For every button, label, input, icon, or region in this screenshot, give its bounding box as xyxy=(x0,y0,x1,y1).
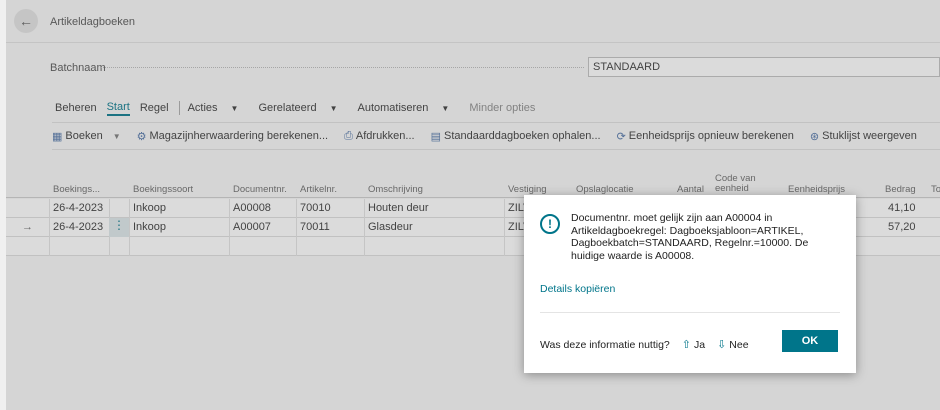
copy-details-link[interactable]: Details kopiëren xyxy=(540,283,615,295)
feedback-question: Was deze informatie nuttig? xyxy=(540,338,670,351)
feedback-no-label: Nee xyxy=(729,338,749,351)
feedback-row: Was deze informatie nuttig? ⇧ Ja ⇩ Nee xyxy=(540,338,749,352)
feedback-no-button[interactable]: ⇩ Nee xyxy=(717,338,749,352)
error-message: Documentnr. moet gelijk zijn aan A00004 … xyxy=(571,212,809,262)
dialog-divider xyxy=(540,312,840,313)
feedback-yes-label: Ja xyxy=(693,338,706,351)
ok-button[interactable]: OK xyxy=(782,330,838,352)
feedback-yes-button[interactable]: ⇧ Ja xyxy=(681,338,706,352)
thumbs-up-icon: ⇧ xyxy=(681,339,691,351)
exclamation-icon: ! xyxy=(540,214,560,234)
thumbs-down-icon: ⇩ xyxy=(717,339,727,351)
error-dialog: ! Documentnr. moet gelijk zijn aan A0000… xyxy=(524,195,856,373)
